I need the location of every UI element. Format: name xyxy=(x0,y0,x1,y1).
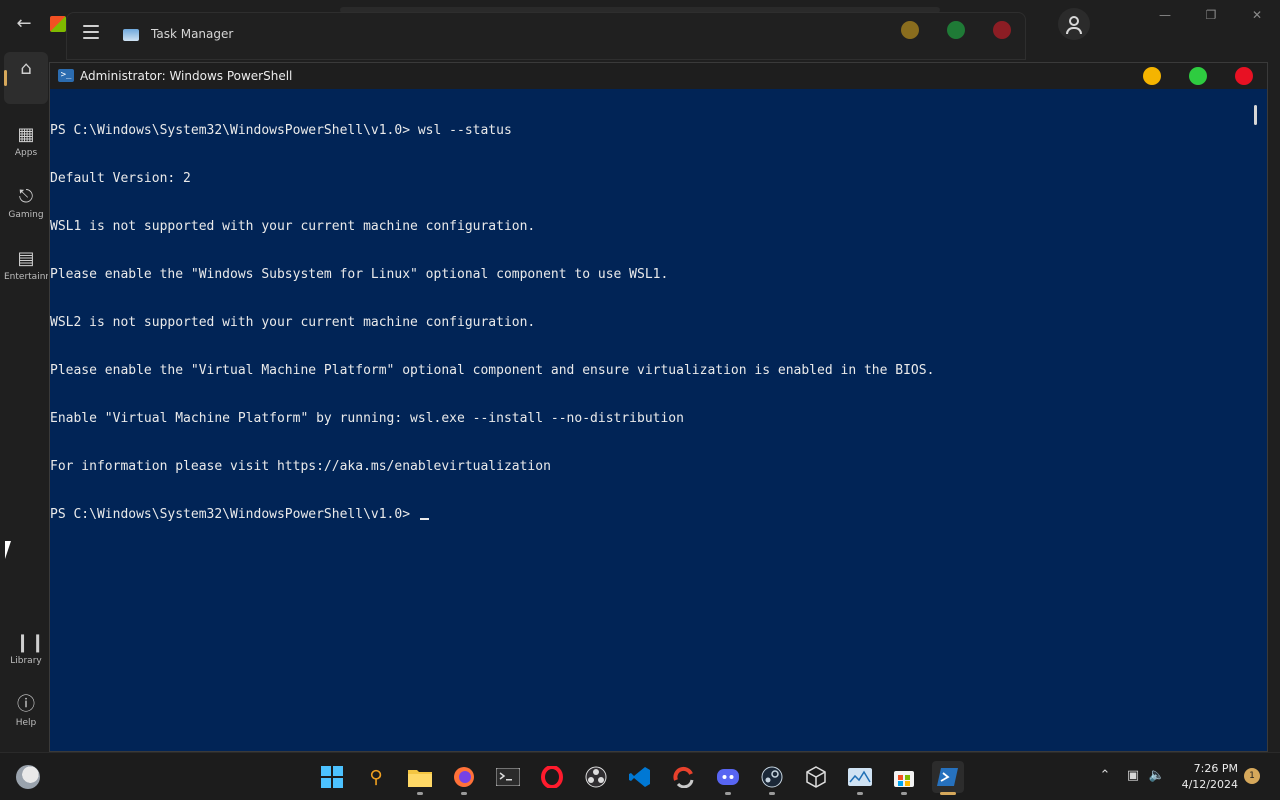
taskbar-opera[interactable] xyxy=(536,761,568,793)
console-prompt-line[interactable]: PS C:\Windows\System32\WindowsPowerShell… xyxy=(50,507,1246,523)
store-maximize-button[interactable]: ❐ xyxy=(1188,8,1234,26)
taskbar-discord[interactable] xyxy=(712,761,744,795)
powershell-close-button[interactable] xyxy=(1235,67,1253,85)
home-icon: ⌂ xyxy=(20,58,32,79)
sidebar-item-library[interactable]: ❙❙❙ Library xyxy=(4,626,61,682)
powershell-titlebar[interactable]: >_ Administrator: Windows PowerShell xyxy=(50,63,1267,89)
apps-icon: ▦ xyxy=(17,124,35,145)
sidebar-item-label: Entertainment xyxy=(4,272,48,282)
sidebar-item-label: Help xyxy=(15,718,37,728)
taskbar-ccleaner[interactable] xyxy=(668,761,700,793)
windows-logo-icon xyxy=(321,766,343,788)
task-manager-maximize-button[interactable] xyxy=(947,21,965,39)
store-bag-icon xyxy=(894,771,914,787)
powershell-minimize-button[interactable] xyxy=(1143,67,1161,85)
sidebar-item-label: Library xyxy=(10,656,42,666)
opera-icon xyxy=(541,766,563,788)
console-line: Enable "Virtual Machine Platform" by run… xyxy=(50,411,684,426)
account-icon[interactable] xyxy=(1058,8,1090,40)
mouse-pointer-icon xyxy=(5,541,17,559)
hamburger-menu-icon[interactable] xyxy=(83,25,99,39)
library-icon: ❙❙❙ xyxy=(15,632,61,653)
taskbar-obs[interactable] xyxy=(580,761,612,793)
taskbar-terminal[interactable] xyxy=(492,761,524,793)
weather-widget-icon[interactable] xyxy=(16,765,40,789)
console-line: Default Version: 2 xyxy=(50,171,191,186)
cube-icon xyxy=(806,766,826,788)
system-tray: ⌃ ▣ 🔈 xyxy=(1096,767,1176,787)
console-line: Please enable the "Virtual Machine Platf… xyxy=(50,363,935,378)
console-line: For information please visit https://aka… xyxy=(50,459,551,474)
powershell-icon xyxy=(937,768,958,786)
notification-badge[interactable]: 1 xyxy=(1244,768,1260,784)
sidebar-item-label: Gaming xyxy=(8,210,44,220)
powershell-title: Administrator: Windows PowerShell xyxy=(80,69,293,83)
gamepad-icon: ⎋ xyxy=(18,186,34,207)
taskbar: ⚲ ⌃ ▣ 🔈 7:26 PM 4/12/2024 1 xyxy=(0,752,1280,800)
taskbar-file-explorer[interactable] xyxy=(404,761,436,795)
sidebar-item-help[interactable]: ⓘ Help xyxy=(4,688,48,744)
powershell-icon: >_ xyxy=(58,69,74,82)
taskbar-powershell[interactable] xyxy=(932,761,964,795)
clapperboard-icon: ▤ xyxy=(17,248,35,269)
taskbar-store[interactable] xyxy=(888,761,920,795)
sidebar-item-entertainment[interactable]: ▤ Entertainment xyxy=(4,242,48,298)
terminal-icon xyxy=(496,768,520,786)
task-manager-minimize-button[interactable] xyxy=(901,21,919,39)
start-button[interactable] xyxy=(316,761,348,793)
store-minimize-button[interactable]: — xyxy=(1142,8,1188,26)
folder-icon xyxy=(408,770,432,787)
taskbar-virtualbox[interactable] xyxy=(800,761,832,793)
steam-icon xyxy=(761,766,783,788)
taskbar-vscode[interactable] xyxy=(624,761,656,793)
network-icon[interactable]: ▣ xyxy=(1124,767,1142,785)
taskbar-steam[interactable] xyxy=(756,761,788,795)
powershell-console[interactable]: PS C:\Windows\System32\WindowsPowerShell… xyxy=(50,91,1246,751)
sidebar-item-apps[interactable]: ▦ Apps xyxy=(4,118,48,174)
sidebar-item-label: Apps xyxy=(14,148,38,158)
powershell-window: >_ Administrator: Windows PowerShell PS … xyxy=(49,62,1268,752)
console-scrollbar[interactable] xyxy=(1254,105,1257,125)
discord-icon xyxy=(717,769,739,785)
console-line: WSL1 is not supported with your current … xyxy=(50,219,536,234)
console-prompt: PS C:\Windows\System32\WindowsPowerShell… xyxy=(50,507,418,522)
obs-icon xyxy=(585,766,607,788)
console-line: Please enable the "Windows Subsystem for… xyxy=(50,267,669,282)
back-arrow-icon[interactable]: ← xyxy=(12,12,36,36)
chevron-up-icon[interactable]: ⌃ xyxy=(1096,767,1114,785)
clock-date: 4/12/2024 xyxy=(1181,778,1238,791)
ccleaner-icon xyxy=(673,766,694,788)
sidebar-item-home[interactable]: ⌂ xyxy=(4,52,48,104)
search-icon: ⚲ xyxy=(369,766,383,788)
vscode-icon xyxy=(629,767,650,787)
clock-time: 7:26 PM xyxy=(1193,762,1238,775)
text-cursor xyxy=(419,518,429,520)
taskbar-clock[interactable]: 7:26 PM 4/12/2024 xyxy=(1180,761,1238,793)
task-manager-close-button[interactable] xyxy=(993,21,1011,39)
firefox-icon xyxy=(454,767,474,787)
store-logo-icon xyxy=(50,16,66,32)
help-icon: ⓘ xyxy=(17,694,35,715)
taskbar-task-manager[interactable] xyxy=(844,761,876,795)
volume-icon[interactable]: 🔈 xyxy=(1148,767,1166,785)
store-sidebar: ⌂ ▦ Apps ⎋ Gaming ▤ Entertainment ❙❙❙ Li… xyxy=(0,48,61,752)
task-manager-title: Task Manager xyxy=(151,27,234,41)
task-manager-icon xyxy=(848,768,872,786)
console-line: WSL2 is not supported with your current … xyxy=(50,315,536,330)
taskbar-search[interactable]: ⚲ xyxy=(360,761,392,793)
task-manager-icon xyxy=(123,29,139,41)
sidebar-item-gaming[interactable]: ⎋ Gaming xyxy=(4,180,48,236)
powershell-maximize-button[interactable] xyxy=(1189,67,1207,85)
taskbar-firefox[interactable] xyxy=(448,761,480,795)
store-close-button[interactable]: ✕ xyxy=(1234,8,1280,26)
console-line: PS C:\Windows\System32\WindowsPowerShell… xyxy=(50,123,512,138)
task-manager-window: Task Manager xyxy=(66,12,1026,60)
